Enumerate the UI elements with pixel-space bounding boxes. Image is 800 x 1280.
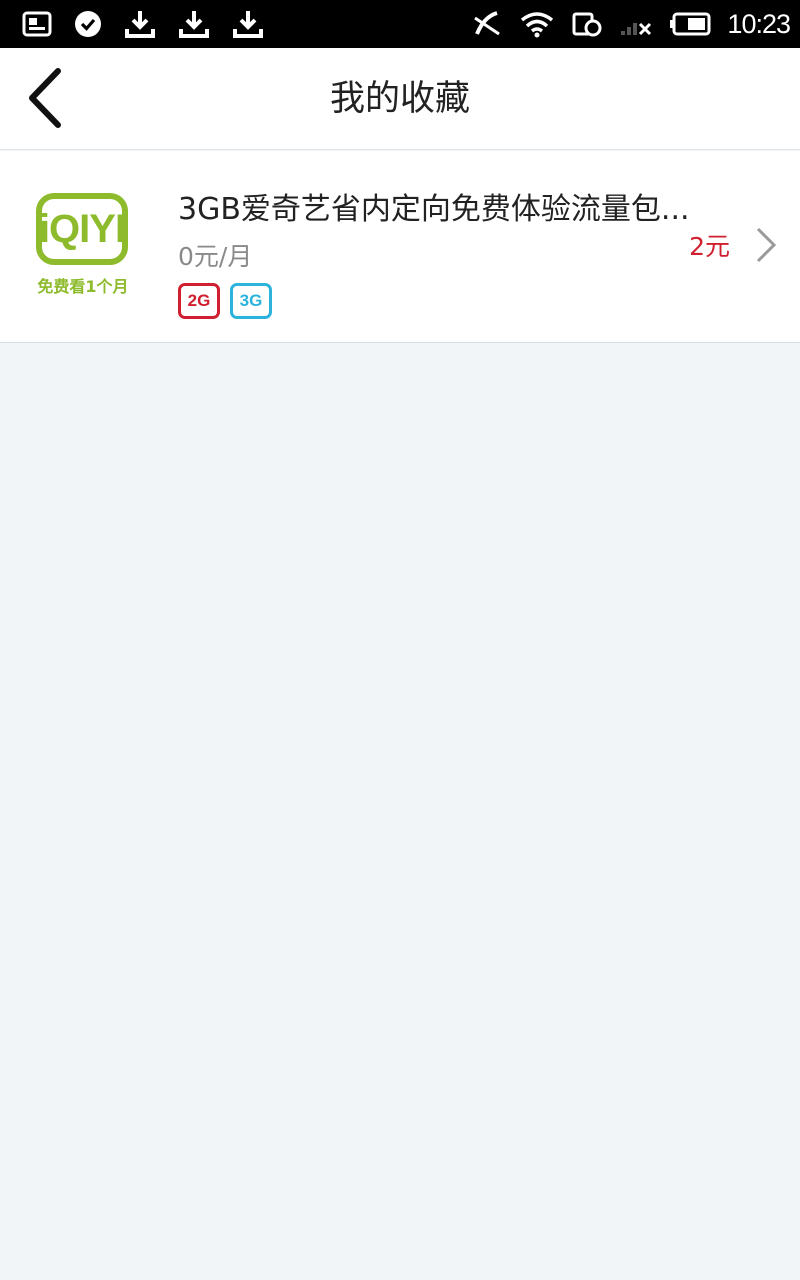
image-notification-icon [22, 11, 52, 37]
tag-2g-badge: 2G [178, 283, 220, 319]
item-price: 2元 [689, 232, 730, 261]
check-circle-icon [75, 11, 101, 37]
download-icon [179, 11, 209, 38]
battery-icon [670, 12, 711, 36]
favorites-list: iQIYI 免费看1个月 3GB爱奇艺省内定向免费体验流量包... 0元/月 2… [0, 151, 800, 343]
chevron-right-icon [756, 227, 777, 263]
logo-caption: 免费看1个月 [37, 277, 129, 296]
back-button[interactable] [14, 62, 74, 134]
item-monthly-fee: 0元/月 [178, 242, 253, 271]
item-title: 3GB爱奇艺省内定向免费体验流量包... [178, 192, 690, 227]
iqiyi-logo: iQIYI 免费看1个月 [30, 185, 140, 315]
tag-3g-badge: 3G [230, 283, 272, 319]
list-item[interactable]: iQIYI 免费看1个月 3GB爱奇艺省内定向免费体验流量包... 0元/月 2… [0, 151, 800, 342]
alarm-icon [572, 12, 602, 37]
status-time: 10:23 [727, 8, 791, 39]
nav-bar: 我的收藏 [0, 48, 800, 150]
logo-box: iQIYI [36, 193, 128, 265]
wifi-icon [521, 12, 554, 38]
download-icon [233, 11, 263, 38]
status-bar: 10:23 [0, 0, 800, 48]
back-arrow-icon [29, 68, 61, 128]
no-signal-icon [621, 22, 652, 36]
network-tags: 2G 3G [178, 283, 272, 319]
page-title: 我的收藏 [329, 79, 470, 119]
download-icon [125, 11, 155, 38]
phone-muted-icon [474, 11, 501, 36]
